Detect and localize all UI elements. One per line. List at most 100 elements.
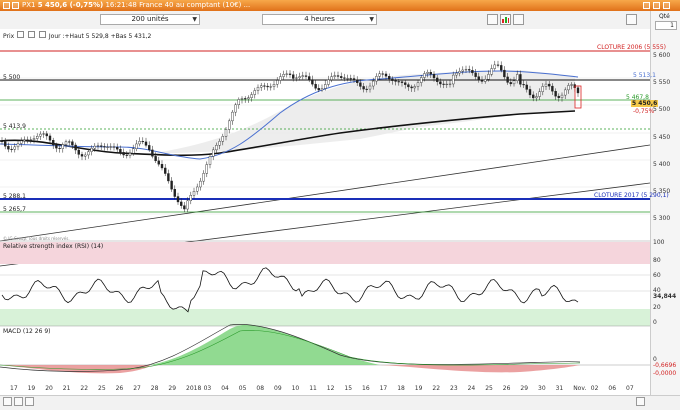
label-5413: 5 413,9 [3, 123, 26, 130]
indicator-icon[interactable] [513, 14, 524, 25]
candle-body [202, 173, 205, 182]
candle-body [557, 95, 560, 98]
candle-body [500, 65, 503, 71]
scroll-right-icon[interactable] [636, 397, 645, 406]
chart-toolbar: 200 unités ▼ 4 heures ▼ [0, 11, 680, 30]
candle-body [10, 148, 13, 150]
candle-body [394, 80, 397, 82]
candle-body [87, 151, 90, 156]
label-cloture-2006: CLOTURE 2006 (5 555) [597, 44, 666, 51]
candle-body [7, 146, 10, 150]
y-axis-label: 5 400 [653, 161, 671, 168]
candle-body [237, 99, 241, 106]
candle-body [260, 85, 263, 88]
units-dropdown[interactable]: 200 unités ▼ [100, 14, 200, 25]
crosshair-icon[interactable] [487, 14, 498, 25]
candle-body [285, 73, 288, 75]
qty-input[interactable]: 1 [655, 21, 677, 30]
rsi-line [1, 267, 579, 313]
candle-body [183, 205, 186, 210]
checkbox-icon[interactable] [28, 31, 36, 38]
candle-body [567, 85, 570, 91]
candle-body [509, 82, 512, 85]
qty-label: Qté [659, 13, 670, 20]
candle-body [576, 87, 580, 94]
candle-body [295, 77, 298, 79]
candle-body [154, 156, 157, 162]
candle-body [20, 140, 23, 144]
candle-body [195, 186, 199, 192]
candle-body [131, 148, 135, 154]
x-axis-label: 24 [467, 385, 476, 392]
candle-body [99, 145, 103, 147]
timeframe-dropdown[interactable]: 4 heures ▼ [262, 14, 377, 25]
scroll-left-icon[interactable] [3, 397, 12, 406]
candle-body [368, 85, 372, 90]
x-axis-label: 17 [10, 385, 18, 392]
rsi-level-60: 60 [653, 272, 661, 279]
candle-body [253, 90, 257, 95]
label-5265: 5 265,7 [3, 206, 26, 213]
candle-body [29, 139, 32, 141]
candle-body [192, 191, 196, 196]
x-axis-label: 09 [274, 385, 282, 392]
candle-body [544, 83, 548, 87]
x-axis-label: 21 [62, 385, 71, 392]
candle-body [324, 84, 327, 89]
candle-body [234, 104, 237, 113]
macd-level-2: -0,0000 [653, 370, 677, 377]
candle-body [90, 148, 93, 152]
candle-body [311, 79, 314, 85]
rsi-level-0: 0 [653, 319, 657, 326]
rsi-panel [0, 240, 650, 326]
menu-icon[interactable] [3, 2, 10, 9]
candle-body [477, 76, 480, 81]
candle-body [445, 83, 448, 85]
price-chart[interactable] [0, 29, 650, 385]
candle-body [61, 144, 64, 149]
x-axis-label: 26 [502, 385, 511, 392]
rsi-value: 34,844 [653, 293, 677, 300]
candle-body [263, 85, 266, 87]
candle-body [496, 64, 500, 66]
zoom-out-icon[interactable] [14, 397, 23, 406]
candle-body [64, 141, 68, 145]
maximize-icon[interactable] [653, 2, 660, 9]
candle-body [250, 94, 253, 98]
x-axis-label: 20 [45, 385, 53, 392]
candle-body [298, 76, 301, 79]
x-axis-label: 02 [590, 385, 599, 392]
close-icon[interactable] [663, 2, 670, 9]
checkbox-icon[interactable] [38, 31, 46, 38]
candle-body [410, 86, 413, 89]
candle-body [327, 79, 330, 85]
candle-body [205, 164, 209, 174]
candle-body [231, 111, 234, 122]
candle-body [503, 69, 506, 78]
candle-body [378, 73, 381, 77]
price-change: 5 450,6 (-0,75%) [37, 1, 104, 9]
candle-body [83, 154, 87, 157]
x-axis-label: 19 [27, 385, 36, 392]
zoom-in-icon[interactable] [25, 397, 34, 406]
x-axis-label: 04 [221, 385, 229, 392]
minimize-icon[interactable] [643, 2, 650, 9]
y-axis-label: 5 600 [653, 52, 671, 59]
settings-icon[interactable] [626, 14, 637, 25]
x-axis-label: 22 [432, 385, 441, 392]
candle-body [384, 73, 388, 77]
rsi-title: Relative strength index (RSI) (14) [3, 243, 104, 250]
candle-body [429, 72, 432, 75]
candle-body [3, 141, 7, 147]
checkbox-icon[interactable] [17, 31, 25, 38]
candle-body [39, 133, 42, 137]
rsi-level-80: 80 [653, 257, 661, 264]
link-icon[interactable] [12, 2, 19, 9]
x-axis-label: 25 [98, 385, 106, 392]
candle-body [141, 141, 145, 143]
candle-body [247, 97, 250, 100]
candle-body [179, 201, 183, 206]
chart-type-icon[interactable] [500, 14, 511, 25]
candle-body [211, 149, 215, 157]
x-axis-label: Nov. [573, 385, 587, 392]
